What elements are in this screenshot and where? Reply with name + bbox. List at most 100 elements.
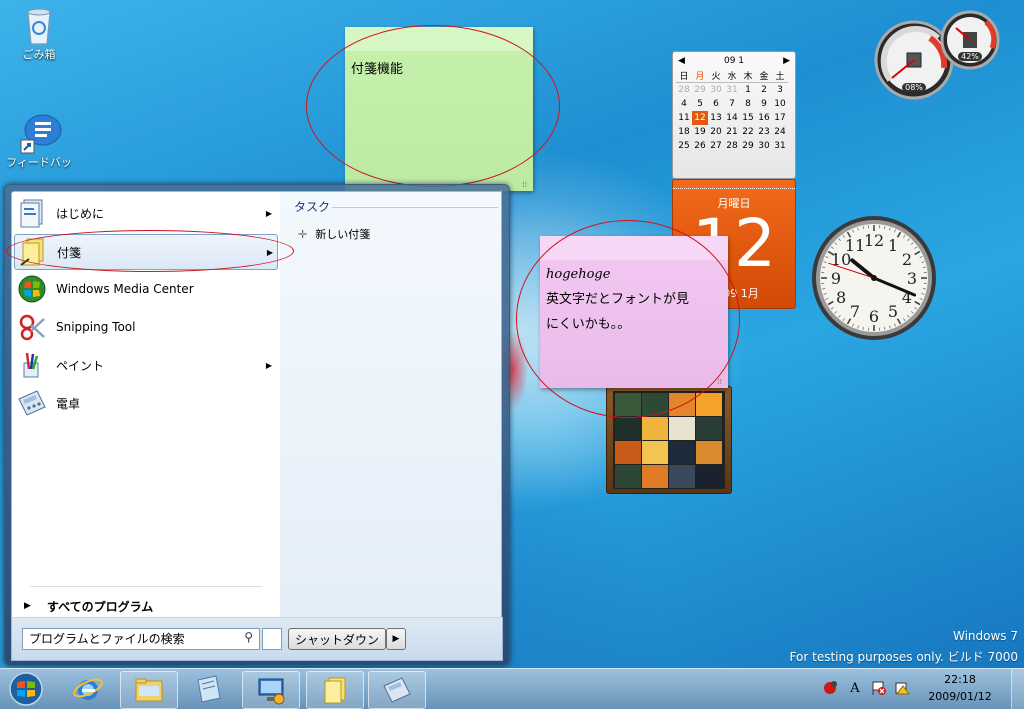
calendar-day[interactable]: 17	[772, 111, 788, 125]
calendar-day[interactable]: 31	[724, 83, 740, 98]
weekday-header: 日	[676, 69, 692, 83]
calendar-day[interactable]: 8	[740, 97, 756, 111]
program-item-media-center[interactable]: Windows Media Center	[14, 272, 276, 306]
all-programs-divider	[30, 586, 262, 587]
calendar-day[interactable]: 15	[740, 111, 756, 125]
submenu-arrow-icon[interactable]: ▶	[262, 361, 276, 370]
calendar-day[interactable]: 21	[724, 125, 740, 139]
calendar-day[interactable]: 12	[692, 111, 708, 125]
calendar-day[interactable]: 5	[692, 97, 708, 111]
calendar-day[interactable]: 29	[740, 139, 756, 153]
weekday-header: 土	[772, 69, 788, 83]
action-center-icon[interactable]	[822, 679, 840, 697]
puzzle-tile[interactable]	[615, 465, 641, 488]
calendar-day[interactable]: 26	[692, 139, 708, 153]
calendar-day[interactable]: 4	[676, 97, 692, 111]
puzzle-tile[interactable]	[642, 417, 668, 440]
program-item-calculator[interactable]: 電卓	[14, 386, 276, 420]
sticky-note-titlebar[interactable]	[345, 27, 533, 51]
sticky-note[interactable]: hogehoge 英文字だとフォントが見 にくいかも。。 ⁞⁞	[540, 236, 728, 388]
calendar-day[interactable]: 24	[772, 125, 788, 139]
picture-puzzle-gadget[interactable]	[606, 386, 732, 494]
ime-mode-icon[interactable]: A	[846, 679, 864, 697]
calendar-day[interactable]: 23	[756, 125, 772, 139]
resize-grip-icon[interactable]: ⁞⁞	[522, 180, 530, 188]
all-programs-button[interactable]: ▶ すべてのプログラム	[24, 596, 264, 616]
network-flag-icon[interactable]	[870, 679, 888, 697]
puzzle-tile[interactable]	[642, 465, 668, 488]
resize-grip-icon[interactable]: ⁞⁞	[717, 377, 725, 385]
calendar-day[interactable]: 13	[708, 111, 724, 125]
program-item-snipping-tool[interactable]: Snipping Tool	[14, 310, 276, 344]
calendar-day[interactable]: 30	[756, 139, 772, 153]
calendar-day[interactable]: 6	[708, 97, 724, 111]
calendar-day[interactable]: 28	[676, 83, 692, 98]
taskbar-explorer[interactable]	[120, 671, 178, 709]
program-item-sticky-notes[interactable]: 付箋 ▶	[14, 234, 278, 270]
calendar-day[interactable]: 27	[708, 139, 724, 153]
puzzle-tile[interactable]	[669, 417, 695, 440]
shutdown-options-button[interactable]: ▶	[386, 628, 406, 650]
calendar-day[interactable]: 16	[756, 111, 772, 125]
puzzle-tile[interactable]	[615, 393, 641, 416]
cpu-usage-value: 08%	[902, 83, 926, 92]
calendar-day[interactable]: 1	[740, 83, 756, 98]
calendar-day[interactable]: 28	[724, 139, 740, 153]
calendar-day[interactable]: 9	[756, 97, 772, 111]
search-box[interactable]: ⚲	[22, 628, 260, 650]
sticky-note-titlebar[interactable]	[540, 236, 728, 260]
taskbar-sticky-notes[interactable]	[306, 671, 364, 709]
search-input[interactable]	[23, 629, 229, 647]
cpu-meter-gadget[interactable]: 08% 42%	[874, 8, 1000, 100]
calendar-day[interactable]: 22	[740, 125, 756, 139]
submenu-arrow-icon[interactable]: ▶	[263, 248, 277, 257]
sticky-note[interactable]: 付箋機能 ⁞⁞	[345, 27, 533, 191]
calendar-day[interactable]: 3	[772, 83, 788, 98]
volume-warning-icon[interactable]	[894, 679, 912, 697]
calendar-day[interactable]: 11	[676, 111, 692, 125]
submenu-arrow-icon[interactable]: ▶	[262, 209, 276, 218]
taskbar-sticky-note-app[interactable]	[180, 671, 236, 707]
calendar-day[interactable]: 10	[772, 97, 788, 111]
puzzle-tile[interactable]	[669, 465, 695, 488]
calendar-day[interactable]: 30	[708, 83, 724, 98]
calendar-day[interactable]: 20	[708, 125, 724, 139]
calendar-day[interactable]: 18	[676, 125, 692, 139]
taskbar-remote-desktop[interactable]	[242, 671, 300, 709]
desktop-icon-feedback[interactable]: フィードバッ	[4, 112, 74, 170]
puzzle-tile[interactable]	[696, 393, 722, 416]
puzzle-tile[interactable]	[615, 417, 641, 440]
calendar-day[interactable]: 7	[724, 97, 740, 111]
puzzle-tile[interactable]	[642, 441, 668, 464]
calendar-day[interactable]: 19	[692, 125, 708, 139]
program-item-paint[interactable]: ペイント ▶	[14, 348, 276, 382]
program-item-getting-started[interactable]: はじめに ▶	[14, 196, 276, 230]
next-month-button[interactable]: ▶	[783, 56, 790, 66]
puzzle-tile[interactable]	[615, 441, 641, 464]
desktop-icon-recycle-bin[interactable]: ごみ箱	[4, 4, 74, 62]
puzzle-tile[interactable]	[696, 417, 722, 440]
search-icon[interactable]: ⚲	[244, 630, 253, 644]
prev-month-button[interactable]: ◀	[678, 56, 685, 66]
calendar-day[interactable]: 14	[724, 111, 740, 125]
shutdown-button[interactable]: シャットダウン	[288, 628, 386, 650]
calendar-day[interactable]: 29	[692, 83, 708, 98]
calendar-day[interactable]: 25	[676, 139, 692, 153]
taskbar-calculator[interactable]	[368, 671, 426, 709]
shutdown-label: シャットダウン	[295, 631, 379, 648]
puzzle-tile[interactable]	[696, 465, 722, 488]
clock-number: 8	[836, 288, 846, 307]
clock-gadget[interactable]: 121234567891011	[810, 214, 938, 342]
puzzle-tile[interactable]	[642, 393, 668, 416]
puzzle-tile[interactable]	[669, 393, 695, 416]
calendar-day[interactable]: 2	[756, 83, 772, 98]
puzzle-tile[interactable]	[696, 441, 722, 464]
show-desktop-button[interactable]	[1011, 669, 1024, 709]
jump-list-item-new-note[interactable]: ✛ 新しい付箋	[298, 226, 370, 242]
puzzle-tile[interactable]	[669, 441, 695, 464]
taskbar: A 22:18 2009/01/12	[0, 668, 1024, 709]
taskbar-internet-explorer[interactable]	[60, 671, 116, 707]
calendar-day[interactable]: 31	[772, 139, 788, 153]
start-button[interactable]	[0, 671, 52, 707]
taskbar-clock[interactable]: 22:18 2009/01/12	[920, 671, 1000, 705]
